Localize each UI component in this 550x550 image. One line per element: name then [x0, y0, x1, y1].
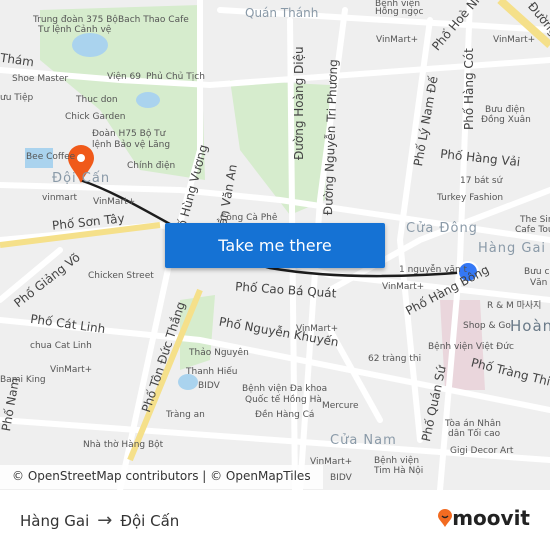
- map-label: 1 nguyễn văn t: [399, 265, 468, 275]
- footer-bar: Hàng Gai → Đội Cấn moovit: [0, 490, 550, 550]
- map-label: Hồng ngọc: [375, 7, 424, 17]
- map-label: dân Tối cao: [448, 429, 501, 439]
- map-label: Bệnh viện Việt Đức: [428, 342, 514, 352]
- street-label: Phố Hàng Cót: [462, 48, 476, 130]
- lake: [72, 33, 108, 57]
- arrow-right-icon: →: [97, 510, 113, 531]
- map-label: VinMart+: [50, 365, 93, 375]
- map-label: Chính điện: [127, 161, 176, 171]
- moovit-pin-icon: [438, 509, 453, 527]
- map-label: Mercure: [322, 401, 359, 411]
- map-label: Đoàn H75 Bộ Tư: [92, 129, 166, 139]
- map-label: Chick Garden: [65, 112, 126, 122]
- map-label: Nhà thờ Hàng Bột: [83, 440, 164, 450]
- map-label: vinmart: [42, 193, 78, 203]
- map-label: VinMart+: [493, 35, 536, 45]
- map-label: VinMart+: [376, 35, 419, 45]
- map-label: BIDV: [198, 381, 220, 391]
- origin-name: Hàng Gai: [20, 511, 90, 530]
- map-label: Shoe Master: [12, 74, 69, 84]
- map-label: VinMart+: [382, 282, 425, 292]
- map-label: Thảo Nguyên: [189, 348, 249, 358]
- map-label: Đồng Xuân: [481, 115, 531, 125]
- map-label: Hàng Gai: [478, 241, 547, 256]
- take-me-there-button[interactable]: Take me there: [165, 223, 385, 268]
- map-label: Đội Cấn: [52, 171, 111, 186]
- map-label: Quốc tế Hồng Hà: [245, 395, 322, 405]
- map-label: Shop & Go: [463, 321, 511, 331]
- map-label: Văn: [530, 278, 548, 288]
- map-label: lệnh Bảo vệ Lăng: [92, 140, 171, 150]
- map-label: Đền Hàng Cá: [255, 410, 315, 420]
- map-label: Hoàn: [510, 317, 550, 335]
- route-title: Hàng Gai → Đội Cấn: [20, 510, 179, 531]
- map-label: Quán Thánh: [245, 6, 319, 20]
- map-label: Thanh Hiếu: [186, 367, 238, 377]
- map-label: Cafe Tou: [515, 225, 550, 235]
- map-label: Tư lệnh Cảnh vệ: [38, 25, 112, 35]
- lake: [136, 92, 160, 108]
- map-label: Phủ Chủ Tịch: [146, 72, 205, 82]
- map-label: 17 bát sứ: [460, 176, 503, 186]
- map-label: VinMart+: [296, 324, 339, 334]
- street-label: Đường Hoàng Diệu: [292, 46, 306, 160]
- map-label: Bee Coffee: [26, 152, 76, 162]
- destination-name: Đội Cấn: [120, 511, 180, 530]
- map-label: Bưu cụ: [524, 267, 550, 277]
- map-attribution[interactable]: © OpenStreetMap contributors | © OpenMap…: [0, 465, 323, 489]
- moovit-logo: moovit: [438, 506, 530, 530]
- map-label: BIDV: [330, 473, 352, 483]
- map[interactable]: Trung đoàn 375 Bộ Tư lệnh Cảnh vệ Bach T…: [0, 0, 550, 490]
- map-label: Viện 69: [107, 72, 142, 82]
- map-label: Bệnh viện Đa khoa: [242, 384, 328, 394]
- moovit-wordmark: moovit: [452, 506, 530, 530]
- map-label: R & M 마사지: [487, 301, 542, 311]
- map-label: Tim Hà Nội: [374, 466, 424, 476]
- map-label: ưu Tiệp: [0, 93, 34, 103]
- map-label: Chicken Street: [88, 271, 154, 281]
- map-label: Gigi Decor Art: [450, 446, 514, 456]
- map-label: Tràng an: [166, 410, 205, 420]
- map-label: Cửa Đông: [406, 221, 478, 236]
- map-label: Thuc don: [76, 95, 118, 105]
- map-label: Cửa Nam: [330, 433, 397, 448]
- map-label: 62 tràng thi: [368, 354, 422, 364]
- map-label: Bach Thao Cafe: [118, 15, 189, 25]
- map-label: VinMart+: [93, 197, 136, 207]
- map-label: chua Cat Linh: [30, 341, 92, 351]
- map-label: Turkey Fashion: [437, 193, 504, 203]
